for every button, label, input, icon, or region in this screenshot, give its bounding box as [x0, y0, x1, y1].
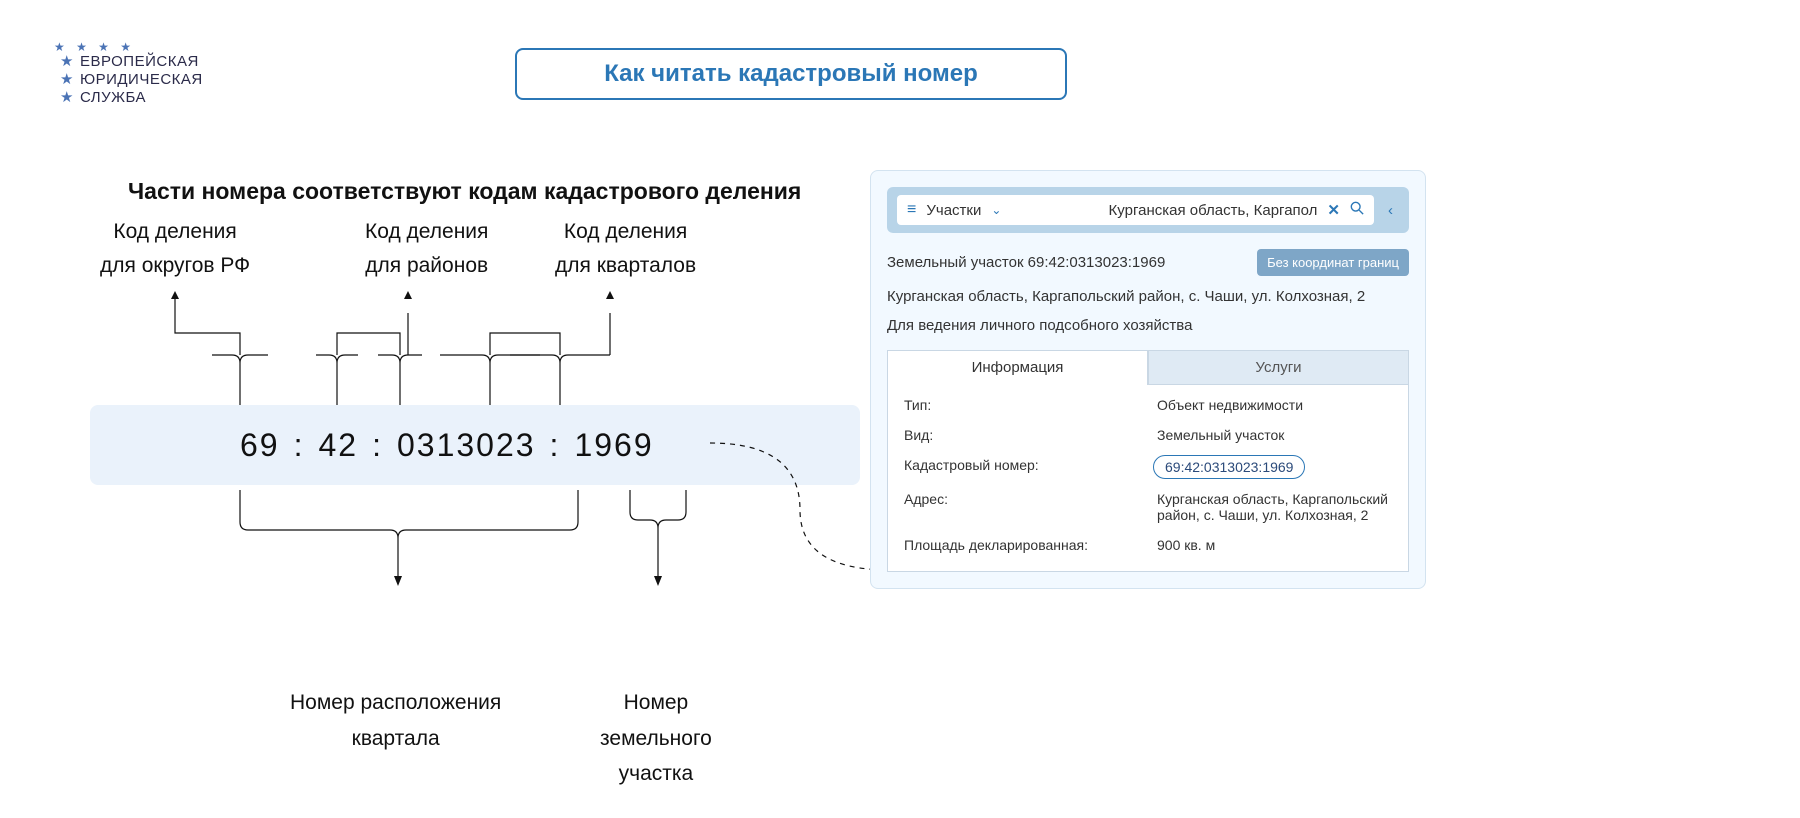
label-raion: Код деления для районов: [365, 215, 488, 282]
logo-line1: ЕВРОПЕЙСКАЯ: [80, 53, 199, 70]
field-kind-key: Вид:: [904, 427, 1139, 443]
field-cadnum-value: 69:42:0313023:1969: [1157, 457, 1392, 477]
label-parcel-number: Номер земельного участка: [600, 685, 712, 792]
label-kvartal-location: Номер расположения квартала: [290, 685, 501, 756]
tab-services[interactable]: Услуги: [1148, 350, 1409, 385]
chevron-down-icon[interactable]: ⌄: [991, 203, 1001, 217]
info-body: Тип: Объект недвижимости Вид: Земельный …: [887, 385, 1409, 572]
page-subtitle: Части номера соответствуют кодам кадастр…: [128, 178, 801, 205]
page-title: Как читать кадастровый номер: [604, 60, 978, 88]
status-badge: Без координат границ: [1257, 249, 1409, 276]
label-okrug: Код деления для округов РФ: [100, 215, 250, 282]
field-area-key: Площадь декларированная:: [904, 537, 1139, 553]
number-part-kvartal: 0313023: [397, 427, 536, 464]
field-cadnum-key: Кадастровый номер:: [904, 457, 1139, 477]
search-icon[interactable]: [1350, 201, 1364, 219]
brand-logo: ★ ★ ★ ★ ★ЕВРОПЕЙСКАЯ ★ЮРИДИЧЕСКАЯ ★СЛУЖБ…: [60, 40, 203, 106]
separator-1: :: [294, 427, 305, 464]
clear-search-icon[interactable]: ✕: [1327, 201, 1340, 219]
number-part-okrug: 69: [240, 427, 280, 464]
card-purpose: Для ведения личного подсобного хозяйства: [887, 317, 1409, 334]
page-title-box: Как читать кадастровый номер: [515, 48, 1067, 100]
menu-icon[interactable]: ≡: [907, 201, 916, 219]
field-type-value: Объект недвижимости: [1157, 397, 1392, 413]
number-part-parcel: 1969: [574, 427, 653, 464]
card-panel: ≡ Участки ⌄ Курганская область, Каргапол…: [870, 170, 1426, 589]
number-part-raion: 42: [318, 427, 358, 464]
field-address-value: Курганская область, Каргапольский район,…: [1157, 491, 1392, 523]
card-header-title: Земельный участок 69:42:0313023:1969: [887, 254, 1165, 271]
card-address: Курганская область, Каргапольский район,…: [887, 288, 1409, 305]
field-area-value: 900 кв. м: [1157, 537, 1392, 553]
card-header-row: Земельный участок 69:42:0313023:1969 Без…: [887, 249, 1409, 276]
logo-line3: СЛУЖБА: [80, 89, 146, 106]
card-tabs: Информация Услуги: [887, 350, 1409, 385]
field-kind-value: Земельный участок: [1157, 427, 1392, 443]
field-address-key: Адрес:: [904, 491, 1139, 523]
label-kvartal: Код деления для кварталов: [555, 215, 696, 282]
logo-line2: ЮРИДИЧЕСКАЯ: [80, 71, 203, 88]
separator-2: :: [372, 427, 383, 464]
search-query[interactable]: Курганская область, Каргапол: [1011, 202, 1317, 219]
search-bar: ≡ Участки ⌄ Курганская область, Каргапол…: [887, 187, 1409, 233]
chevron-left-icon[interactable]: ‹: [1382, 202, 1399, 219]
cadastral-number-strip: 69 : 42 : 0313023 : 1969: [90, 405, 860, 485]
cadastral-diagram: Код деления для округов РФ Код деления д…: [90, 215, 830, 305]
tab-info[interactable]: Информация: [887, 350, 1148, 385]
field-type-key: Тип:: [904, 397, 1139, 413]
search-category[interactable]: Участки: [926, 202, 981, 219]
bottom-connectors: [90, 480, 860, 610]
separator-3: :: [550, 427, 561, 464]
